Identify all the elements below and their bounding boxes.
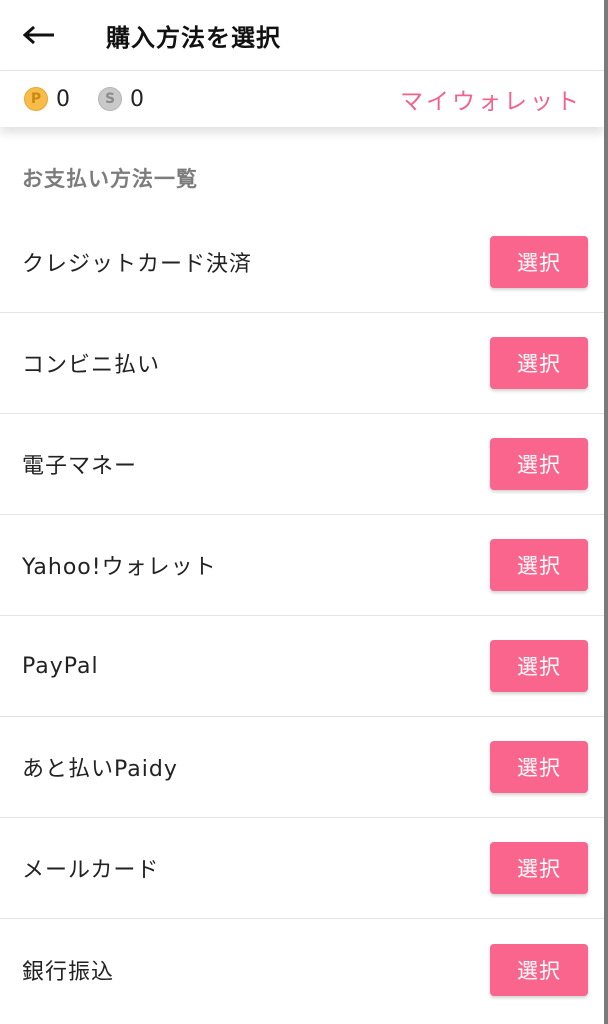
payment-method-row: 銀行振込 選択 — [0, 919, 604, 1020]
payment-method-label: メールカード — [22, 858, 160, 883]
s-balance: 0 — [130, 86, 144, 112]
payment-method-row: クレジットカード決済 選択 — [0, 212, 604, 313]
select-paidy-button[interactable]: 選択 — [490, 741, 588, 793]
payment-method-row: メールカード 選択 — [0, 818, 604, 919]
payment-method-label: Yahoo!ウォレット — [22, 555, 217, 580]
payment-method-list: クレジットカード決済 選択 コンビニ払い 選択 電子マネー 選択 Yahoo!ウ… — [0, 212, 604, 1020]
payment-method-row: あと払いPaidy 選択 — [0, 717, 604, 818]
select-convenience-store-button[interactable]: 選択 — [490, 337, 588, 389]
points-coin-icon: P — [24, 87, 48, 111]
payment-method-label: コンビニ払い — [22, 353, 161, 378]
payment-method-row: 電子マネー 選択 — [0, 414, 604, 515]
select-bank-transfer-button[interactable]: 選択 — [490, 943, 588, 996]
payment-method-label: あと払いPaidy — [22, 757, 178, 782]
select-mail-card-button[interactable]: 選択 — [490, 842, 588, 894]
s-coin-icon: S — [98, 87, 122, 111]
left-arrow-icon — [22, 25, 54, 45]
page-title: 購入方法を選択 — [106, 23, 281, 52]
payment-method-label: クレジットカード決済 — [22, 252, 253, 277]
screen-right-edge — [604, 0, 608, 1024]
payment-method-label: PayPal — [22, 653, 99, 679]
payment-methods-heading: お支払い方法一覧 — [22, 167, 198, 191]
back-button[interactable] — [22, 0, 82, 70]
select-credit-card-button[interactable]: 選択 — [490, 236, 588, 288]
payment-method-row: Yahoo!ウォレット 選択 — [0, 515, 604, 616]
payment-method-row: PayPal 選択 — [0, 616, 604, 717]
select-yahoo-wallet-button[interactable]: 選択 — [490, 539, 588, 591]
wallet-bar: P 0 S 0 マイウォレット — [0, 71, 604, 127]
select-paypal-button[interactable]: 選択 — [490, 640, 588, 692]
points-balance: 0 — [56, 86, 70, 112]
payment-method-row: コンビニ払い 選択 — [0, 313, 604, 414]
app-header: 購入方法を選択 — [0, 0, 604, 71]
payment-method-label: 銀行振込 — [22, 959, 115, 985]
select-e-money-button[interactable]: 選択 — [490, 438, 588, 490]
my-wallet-link[interactable]: マイウォレット — [400, 82, 582, 116]
payment-method-label: 電子マネー — [22, 454, 138, 479]
